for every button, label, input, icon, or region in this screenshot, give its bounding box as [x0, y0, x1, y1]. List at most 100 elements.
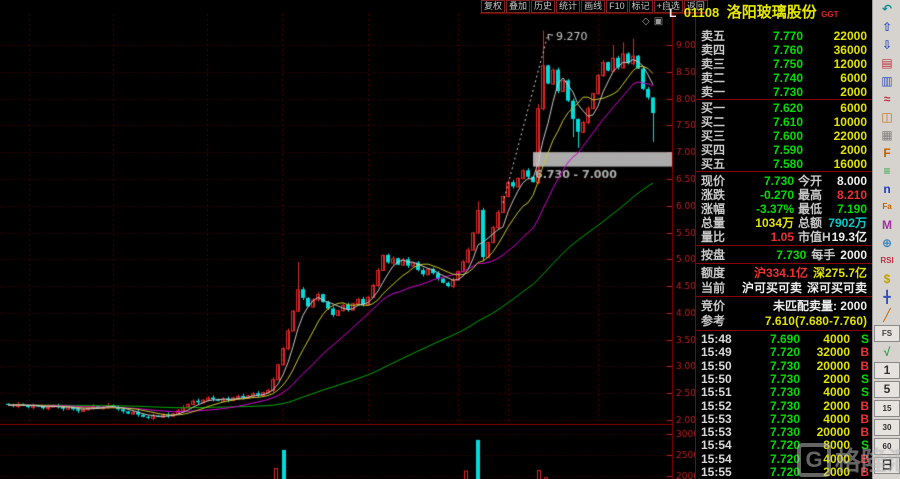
period-5min-button[interactable]: 5 [874, 381, 900, 398]
trade-row: 15:507.73020000B [696, 360, 873, 373]
trade-side: S [861, 373, 869, 386]
ask-row[interactable]: 卖一7.7302000 [696, 85, 873, 99]
toolbar-button-0[interactable]: 复权 [481, 0, 505, 13]
trade-row: 15:527.7302000B [696, 400, 873, 413]
toolbar-button-6[interactable]: 标记 [629, 0, 653, 13]
info-label: 当前 [701, 281, 725, 295]
quote-label: 今开 [798, 174, 822, 188]
info-values: 沪可买可卖深可买可卖 [737, 281, 867, 295]
bid-row[interactable]: 买三7.60022000 [696, 129, 873, 143]
list-tool-icon[interactable]: ≡ [875, 162, 899, 180]
kline-icon[interactable]: ◫ [875, 108, 899, 126]
trade-time: 15:49 [701, 346, 732, 359]
ask-row[interactable]: 卖三7.75012000 [696, 57, 873, 71]
trade-time: 15:53 [701, 426, 732, 439]
bid-row[interactable]: 买五7.58016000 [696, 157, 873, 171]
trade-row: 15:557.7202000B [696, 466, 873, 479]
period-60min-button[interactable]: 60 [874, 438, 900, 455]
trade-row: 15:517.7304000S [696, 386, 873, 399]
trend-line-icon[interactable]: ≈ [875, 90, 899, 108]
panel-separator [696, 99, 873, 100]
period-30min-button[interactable]: 30 [874, 419, 900, 436]
compass-icon[interactable]: ⊕ [875, 234, 899, 252]
panel-separator [696, 330, 873, 331]
info-value: 未匹配卖量: 2000 [773, 299, 867, 313]
info-row-0: 按盘7.730每手2000 [696, 248, 873, 262]
macd-icon[interactable]: M [875, 216, 899, 234]
ask-volume: 6000 [840, 71, 867, 85]
ask-row[interactable]: 卖四7.76036000 [696, 43, 873, 57]
toolbar-button-1[interactable]: 叠加 [506, 0, 530, 13]
period-day-button[interactable]: 日 [874, 457, 900, 474]
panel-separator [696, 245, 873, 246]
rsi-indicator-icon[interactable]: RSI [875, 252, 899, 270]
scroll-up-icon[interactable]: ⇧ [875, 18, 899, 36]
trade-side: S [861, 439, 869, 452]
trade-side: B [860, 413, 869, 426]
ask-volume: 36000 [834, 43, 867, 57]
quote-value: 8.210 [837, 188, 867, 202]
bid-label: 买二 [701, 115, 725, 129]
move-cross-icon[interactable]: ╋ [875, 288, 899, 306]
trade-side: B [860, 453, 869, 466]
ask-volume: 22000 [834, 29, 867, 43]
ask-row[interactable]: 卖五7.77022000 [696, 29, 873, 43]
stock-code: 01108 [684, 5, 719, 20]
info-label: 按盘 [701, 248, 725, 262]
info-label: 额度 [701, 266, 725, 280]
news-icon[interactable]: n [875, 180, 899, 198]
finance-icon[interactable]: Fa [875, 198, 899, 216]
money-icon[interactable]: $ [875, 270, 899, 288]
period-15min-button[interactable]: 15 [874, 400, 900, 417]
bid-volume: 10000 [834, 115, 867, 129]
bid-row[interactable]: 买四7.5902000 [696, 143, 873, 157]
toolbar-button-3[interactable]: 统计 [556, 0, 580, 13]
ask-volume: 2000 [840, 85, 867, 99]
draw-pencil-icon[interactable]: ╱ [875, 306, 899, 324]
ask-price: 7.760 [741, 43, 803, 57]
trade-volume: 20000 [800, 426, 850, 439]
panel-separator [696, 171, 873, 172]
quote-row: 量比1.05市值H19.3亿 [696, 230, 873, 244]
bid-label: 买一 [701, 101, 725, 115]
back-icon[interactable]: ↶ [875, 0, 899, 18]
info-value: 每手 [811, 248, 835, 262]
quote-row: 涨跌-0.270最高8.210 [696, 188, 873, 202]
ggt-badge: GGT [821, 10, 838, 19]
info-value: 2000 [840, 248, 867, 262]
info-value: 深275.7亿 [813, 266, 867, 280]
toolbar-button-2[interactable]: 历史 [531, 0, 555, 13]
quote-value: 7.730 [734, 174, 794, 188]
trade-row: 15:487.6904000S [696, 333, 873, 346]
ask-row[interactable]: 卖二7.7406000 [696, 71, 873, 85]
bid-price: 7.580 [741, 157, 803, 171]
info-label: 参考 [701, 314, 725, 328]
info-row-1: 额度沪334.1亿深275.7亿 [696, 266, 873, 280]
bars-chart-icon[interactable]: ▥ [875, 72, 899, 90]
period-1min-button[interactable]: 1 [874, 362, 900, 379]
fund-tool-icon[interactable]: F [875, 144, 899, 162]
fullscreen-icon[interactable]: FS [874, 325, 900, 342]
bid-price: 7.610 [741, 115, 803, 129]
quote-label: 最低 [798, 202, 822, 216]
ask-label: 卖一 [701, 85, 725, 99]
diamond-marker-icon[interactable]: ◇ [642, 16, 650, 27]
kline-chart-canvas[interactable] [0, 0, 695, 479]
info-row-3: 竞价未匹配卖量: 2000 [696, 299, 873, 313]
grid-board-icon[interactable]: ▦ [875, 126, 899, 144]
toolbar-button-4[interactable]: 画线 [581, 0, 605, 13]
quote-label: 最高 [798, 188, 822, 202]
bid-row[interactable]: 买一7.6206000 [696, 101, 873, 115]
trade-time: 15:54 [701, 453, 732, 466]
market-flag: L [669, 6, 676, 20]
right-icon-strip: ↶⇧⇩▤▥≈◫▦F≡nFaM⊕RSI$╋╱FS√15153060日 [872, 0, 900, 479]
split-window-icon[interactable]: ▣ [654, 16, 663, 27]
quote-value: -0.270 [734, 188, 794, 202]
kline-chart-pane[interactable] [0, 0, 695, 479]
toolbar-button-5[interactable]: F10 [606, 0, 628, 13]
bid-row[interactable]: 买二 7.610 10000 [696, 115, 873, 129]
trade-row: 15:547.7204000B [696, 453, 873, 466]
check-icon[interactable]: √ [875, 343, 899, 361]
scroll-down-icon[interactable]: ⇩ [875, 36, 899, 54]
market-chart-icon[interactable]: ▤ [875, 54, 899, 72]
